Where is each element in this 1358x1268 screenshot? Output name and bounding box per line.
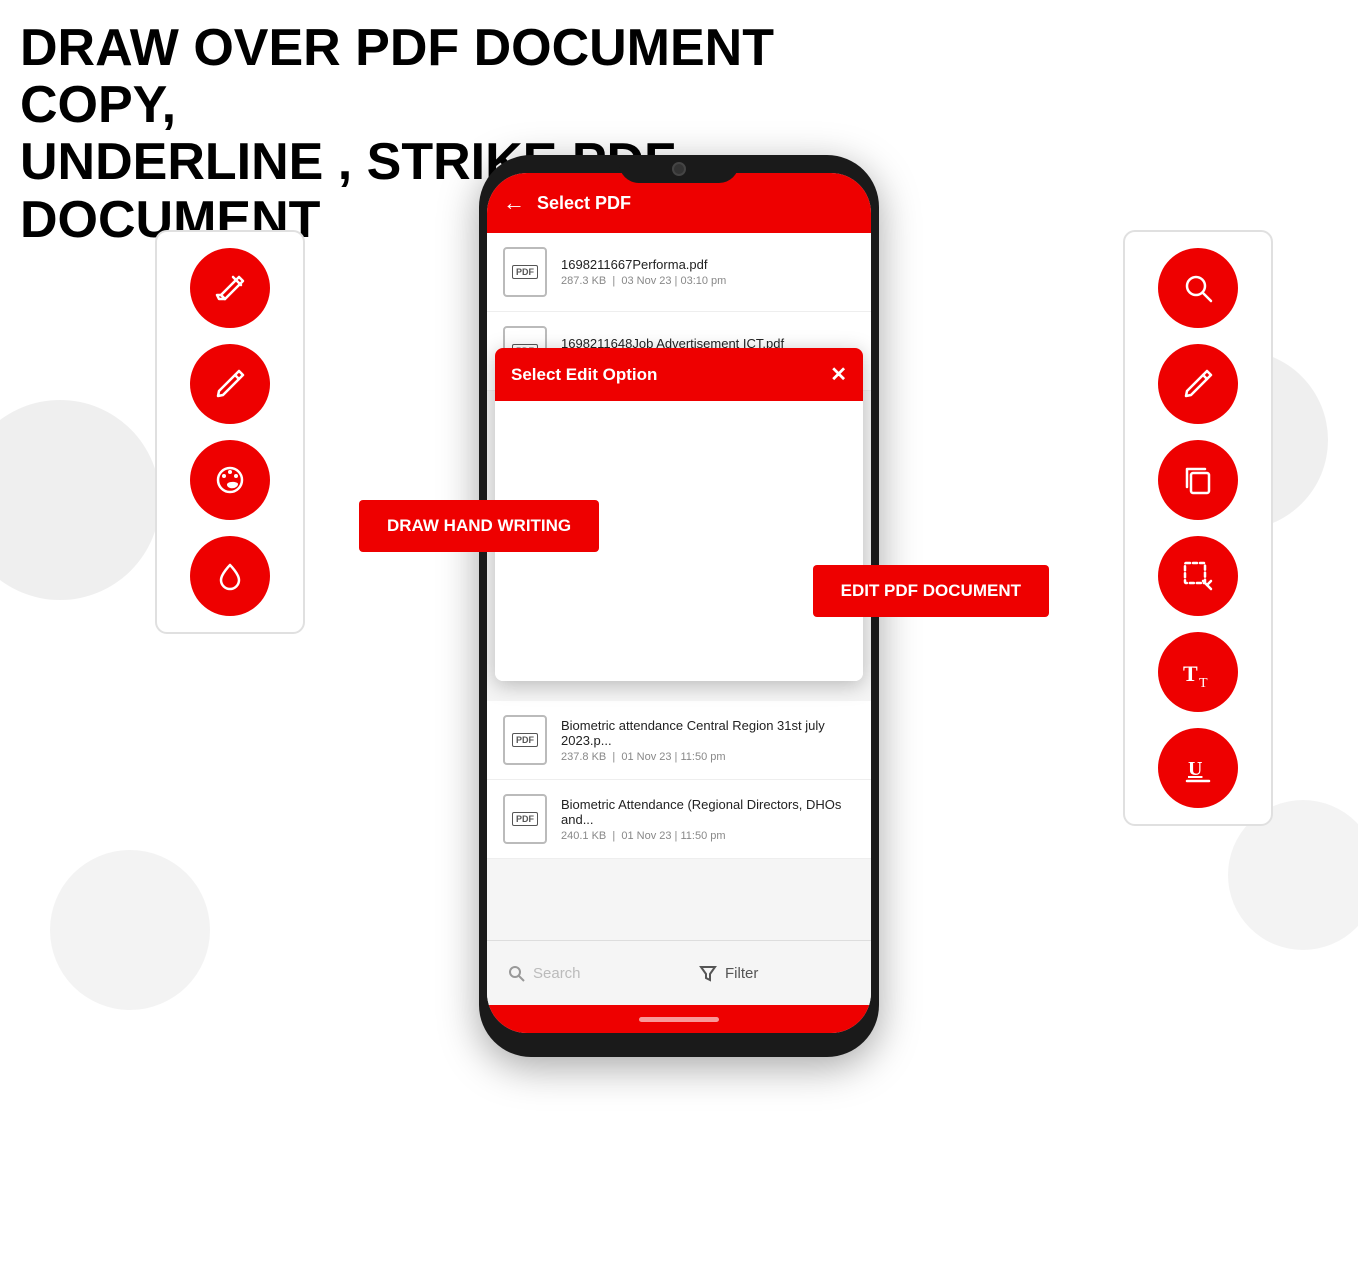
left-panel	[155, 230, 305, 634]
palette-icon	[211, 461, 249, 499]
svg-text:U: U	[1188, 758, 1202, 780]
copy-icon-btn[interactable]	[1158, 440, 1238, 520]
pdf-icon-3: PDF	[503, 715, 547, 765]
edit-pencil-icon	[1179, 365, 1217, 403]
home-indicator	[639, 1017, 719, 1022]
file-info-4: Biometric Attendance (Regional Directors…	[561, 797, 855, 842]
right-panel: T T U	[1123, 230, 1273, 826]
dropper-icon-btn[interactable]	[190, 536, 270, 616]
search-area[interactable]: Search	[487, 964, 679, 982]
file-meta-4: 240.1 KB | 01 Nov 23 | 11:50 pm	[561, 830, 855, 842]
modal-title: Select Edit Option	[511, 365, 657, 385]
file-info-3: Biometric attendance Central Region 31st…	[561, 718, 855, 763]
pdf-icon-1: PDF	[503, 247, 547, 297]
svg-text:T: T	[1199, 676, 1208, 691]
deco-circle-left	[0, 400, 160, 600]
eraser-icon	[211, 269, 249, 307]
underline-icon: U	[1179, 749, 1217, 787]
pdf-label-4: PDF	[512, 812, 538, 826]
file-item-3[interactable]: PDF Biometric attendance Central Region …	[487, 701, 871, 780]
phone-camera	[672, 162, 686, 176]
app-bar-title: Select PDF	[537, 193, 631, 214]
copy-icon	[1179, 461, 1217, 499]
filter-icon	[699, 964, 717, 982]
file-name-4: Biometric Attendance (Regional Directors…	[561, 797, 855, 827]
underline-icon-btn[interactable]: U	[1158, 728, 1238, 808]
filter-area[interactable]: Filter	[679, 964, 871, 982]
file-info-1: 1698211667Performa.pdf 287.3 KB | 03 Nov…	[561, 257, 855, 287]
edit-pencil-icon-btn[interactable]	[1158, 344, 1238, 424]
select-region-icon	[1179, 557, 1217, 595]
edit-pdf-document-button[interactable]: EDIT PDF DOCUMENT	[813, 565, 1049, 617]
bottom-bar: Search Filter	[487, 940, 871, 1005]
search-icon-bottom	[507, 964, 525, 982]
text-size-icon: T T	[1179, 653, 1217, 691]
search-label: Search	[533, 965, 581, 982]
phone-notch	[619, 155, 739, 183]
pencil-icon	[211, 365, 249, 403]
search-icon-btn[interactable]	[1158, 248, 1238, 328]
file-name-3: Biometric attendance Central Region 31st…	[561, 718, 855, 748]
pdf-icon-4: PDF	[503, 794, 547, 844]
file-item-4[interactable]: PDF Biometric Attendance (Regional Direc…	[487, 780, 871, 859]
svg-text:T: T	[1183, 661, 1198, 686]
dropper-icon	[211, 557, 249, 595]
back-button[interactable]: ←	[503, 190, 525, 216]
file-name-1: 1698211667Performa.pdf	[561, 257, 855, 272]
pdf-label-3: PDF	[512, 733, 538, 747]
filter-label: Filter	[725, 965, 758, 982]
deco-circle-left-bottom	[50, 850, 210, 1010]
text-size-icon-btn[interactable]: T T	[1158, 632, 1238, 712]
phone-mockup: ← Select PDF PDF 1698211667Performa.pdf …	[479, 155, 879, 1057]
search-icon	[1179, 269, 1217, 307]
draw-handwriting-button[interactable]: DRAW HAND WRITING	[359, 500, 599, 552]
file-meta-3: 237.8 KB | 01 Nov 23 | 11:50 pm	[561, 751, 855, 763]
eraser-icon-btn[interactable]	[190, 248, 270, 328]
file-meta-1: 287.3 KB | 03 Nov 23 | 03:10 pm	[561, 275, 855, 287]
pdf-label: PDF	[512, 265, 538, 279]
select-region-icon-btn[interactable]	[1158, 536, 1238, 616]
modal-header: Select Edit Option ✕	[495, 348, 863, 401]
palette-icon-btn[interactable]	[190, 440, 270, 520]
phone-home-bar	[487, 1005, 871, 1033]
pencil-icon-btn[interactable]	[190, 344, 270, 424]
file-item-1[interactable]: PDF 1698211667Performa.pdf 287.3 KB | 03…	[487, 233, 871, 312]
file-list-bottom: PDF Biometric attendance Central Region …	[487, 701, 871, 859]
modal-close-button[interactable]: ✕	[830, 362, 847, 387]
